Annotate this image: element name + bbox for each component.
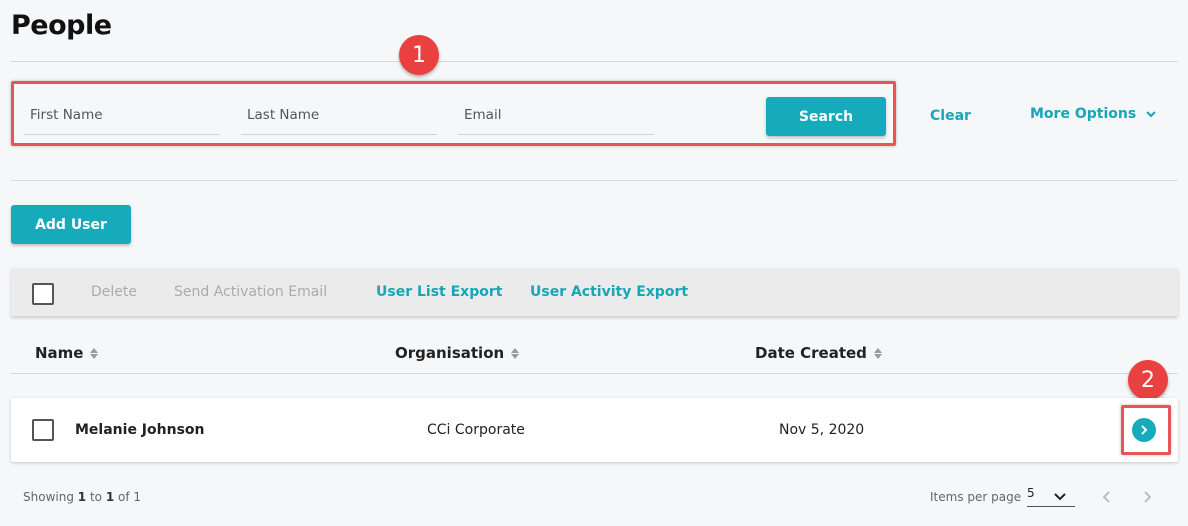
search-button[interactable]: Search xyxy=(766,97,886,136)
divider xyxy=(11,180,1178,181)
column-header-organisation[interactable]: Organisation xyxy=(395,344,520,362)
chevron-left-icon[interactable] xyxy=(1100,490,1114,504)
range-start: 1 xyxy=(77,490,87,504)
items-per-page-select[interactable]: 5 xyxy=(1027,486,1075,507)
annotation-badge-2: 2 xyxy=(1128,360,1168,400)
last-name-field[interactable] xyxy=(241,100,437,135)
user-list-export-link[interactable]: User List Export xyxy=(376,284,502,300)
of-total: of 1 xyxy=(118,490,142,504)
first-name-field[interactable] xyxy=(24,100,220,135)
sort-icon xyxy=(510,347,520,360)
divider xyxy=(11,61,1178,62)
items-per-page-label: Items per page xyxy=(930,490,1022,504)
row-open-button[interactable] xyxy=(1132,418,1156,442)
annotation-badge-1: 1 xyxy=(399,35,439,75)
last-name-input[interactable] xyxy=(241,100,437,130)
add-user-button[interactable]: Add User xyxy=(11,205,131,244)
column-header-label: Organisation xyxy=(395,344,505,362)
column-header-date-created[interactable]: Date Created xyxy=(755,344,883,362)
showing-prefix: Showing xyxy=(23,490,74,504)
delete-button[interactable]: Delete xyxy=(91,284,137,300)
more-options-label: More Options xyxy=(1030,106,1137,122)
page-title: People xyxy=(11,10,112,41)
divider xyxy=(11,373,1178,374)
user-activity-export-link[interactable]: User Activity Export xyxy=(530,284,688,300)
to-word: to xyxy=(89,490,102,504)
cell-name: Melanie Johnson xyxy=(75,422,205,438)
sort-icon xyxy=(873,347,883,360)
chevron-right-icon[interactable] xyxy=(1140,490,1154,504)
items-per-page-value: 5 xyxy=(1027,486,1035,500)
pagination-summary: Showing 1 to 1 of 1 xyxy=(23,490,141,504)
chevron-down-icon xyxy=(1054,493,1066,501)
cell-organisation: CCi Corporate xyxy=(427,422,525,438)
chevron-down-icon xyxy=(1146,111,1156,118)
column-header-label: Date Created xyxy=(755,344,867,362)
range-end: 1 xyxy=(105,490,115,504)
column-header-label: Name xyxy=(35,344,84,362)
row-checkbox[interactable] xyxy=(32,419,54,441)
first-name-input[interactable] xyxy=(24,100,220,130)
column-header-name[interactable]: Name xyxy=(35,344,99,362)
user-list-export-label: User List Export xyxy=(376,284,503,300)
email-field[interactable] xyxy=(458,100,654,135)
select-all-checkbox[interactable] xyxy=(32,283,54,305)
clear-link[interactable]: Clear xyxy=(930,108,971,124)
chevron-right-icon xyxy=(1141,425,1148,435)
email-input[interactable] xyxy=(458,100,654,130)
send-activation-email-button[interactable]: Send Activation Email xyxy=(174,284,327,300)
more-options-link[interactable]: More Options xyxy=(1030,106,1158,122)
cell-date-created: Nov 5, 2020 xyxy=(779,422,865,438)
sort-icon xyxy=(89,347,99,360)
